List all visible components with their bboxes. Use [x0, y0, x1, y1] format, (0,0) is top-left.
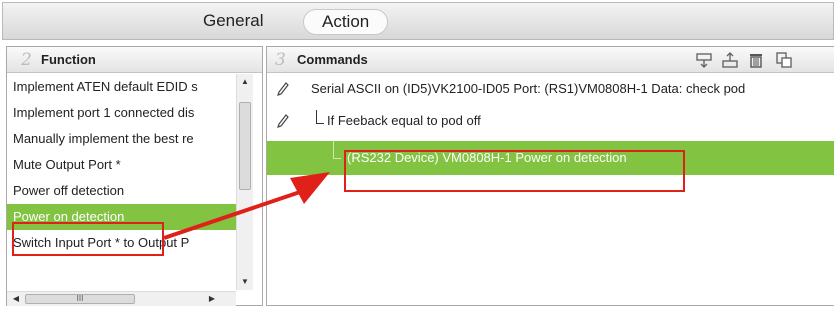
annotation-arrow: [163, 172, 330, 240]
